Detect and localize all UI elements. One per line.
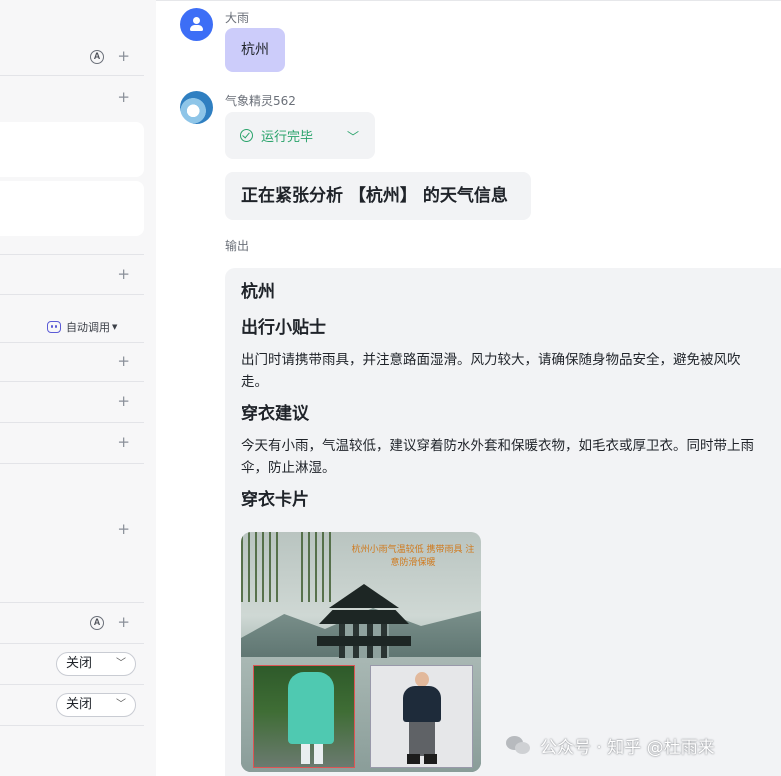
user-avatar[interactable] <box>180 8 213 41</box>
raincoat-photo <box>253 665 355 768</box>
toggle-select[interactable]: 关闭 ﹀ <box>56 693 136 717</box>
raincoat-shape <box>288 672 334 744</box>
select-value: 关闭 <box>66 697 93 712</box>
add-icon[interactable]: + <box>117 615 130 630</box>
section-text: 今天有小雨，气温较低，建议穿着防水外套和保暖衣物，如毛衣或厚卫衣。同时带上雨伞，… <box>241 438 754 476</box>
settings-card[interactable] <box>0 181 144 236</box>
watermark: 公众号 · 知乎 @杜雨来 <box>506 733 715 758</box>
bot-avatar[interactable] <box>180 91 213 124</box>
output-city: 杭州 <box>241 282 275 302</box>
settings-panel: A + + + 自动调用 ▼ + + + + A + 关闭 ﹀ 关闭 ﹀ <box>0 0 156 776</box>
boots-shape <box>301 744 323 764</box>
jacket-shape <box>403 686 441 722</box>
toggle-select[interactable]: 关闭 ﹀ <box>56 652 136 676</box>
add-icon[interactable]: + <box>117 522 130 537</box>
section-title: 穿衣建议 <box>241 404 309 424</box>
auto-call-label: 自动调用 <box>66 321 110 334</box>
add-icon[interactable]: + <box>117 435 130 450</box>
auto-call-dropdown[interactable]: 自动调用 ▼ <box>47 319 117 335</box>
check-circle-icon <box>240 129 253 142</box>
add-icon[interactable]: + <box>117 90 130 105</box>
boots-shape <box>407 754 437 764</box>
settings-row: A + <box>0 603 144 644</box>
auto-a-icon[interactable]: A <box>90 50 104 64</box>
output-label: 输出 <box>225 239 250 253</box>
bot-name: 气象精灵562 <box>225 94 296 108</box>
run-status-toggle[interactable]: 运行完毕 ﹀ <box>225 112 375 159</box>
user-icon <box>193 17 200 24</box>
settings-row: + <box>0 76 144 118</box>
select-value: 关闭 <box>66 656 93 671</box>
wechat-icon <box>506 735 532 756</box>
user-name: 大雨 <box>225 11 250 25</box>
user-message: 杭州 <box>225 28 285 72</box>
auto-a-icon[interactable]: A <box>90 616 104 630</box>
settings-row: 关闭 ﹀ <box>0 644 144 685</box>
user-icon-body <box>190 25 203 31</box>
add-icon[interactable]: + <box>117 394 130 409</box>
settings-row: A + <box>0 38 144 76</box>
pavilion-roof <box>319 610 409 624</box>
settings-row: + <box>0 464 144 603</box>
chevron-down-icon: ﹀ <box>116 699 126 710</box>
face-shape <box>415 672 429 687</box>
outfit-card-image[interactable]: 杭州小雨气温较低 携带雨具 注意防滑保暖 <box>241 532 481 772</box>
settings-row: + <box>0 382 144 423</box>
section-title: 穿衣卡片 <box>241 490 309 510</box>
jacket-photo <box>370 665 473 768</box>
caret-down-icon: ▼ <box>112 323 118 331</box>
settings-row: + <box>0 254 144 295</box>
pants-shape <box>409 722 435 756</box>
output-card: 杭州 出行小贴士 出门时请携带雨具，并注意路面湿滑。风力较大，请确保随身物品安全… <box>225 268 781 776</box>
chat-area: 大雨 杭州 气象精灵562 运行完毕 ﹀ 正在紧张分析 【杭州】 的天气信息 输… <box>156 0 781 776</box>
add-icon[interactable]: + <box>117 49 130 64</box>
image-caption: 杭州小雨气温较低 携带雨具 注意防滑保暖 <box>351 545 475 568</box>
pavilion-roof <box>329 584 399 608</box>
robot-icon <box>47 321 61 333</box>
run-status-label: 运行完毕 <box>261 130 314 145</box>
settings-row: + <box>0 342 144 382</box>
section-text: 出门时请携带雨具，并注意路面湿滑。风力较大，请确保随身物品安全，避免被风吹走。 <box>241 352 741 390</box>
add-icon[interactable]: + <box>117 354 130 369</box>
add-icon[interactable]: + <box>117 267 130 282</box>
analysis-message: 正在紧张分析 【杭州】 的天气信息 <box>225 172 531 220</box>
settings-row: 关闭 ﹀ <box>0 685 144 726</box>
settings-row: + <box>0 423 144 464</box>
chevron-down-icon: ﹀ <box>116 658 126 669</box>
settings-card[interactable] <box>0 122 144 177</box>
section-title: 出行小贴士 <box>241 318 326 338</box>
willow-shape <box>241 532 281 602</box>
watermark-text: 公众号 · 知乎 @杜雨来 <box>540 738 715 758</box>
willow-shape <box>301 532 331 602</box>
pavilion-roof <box>317 636 411 646</box>
chevron-down-icon: ﹀ <box>346 130 359 144</box>
